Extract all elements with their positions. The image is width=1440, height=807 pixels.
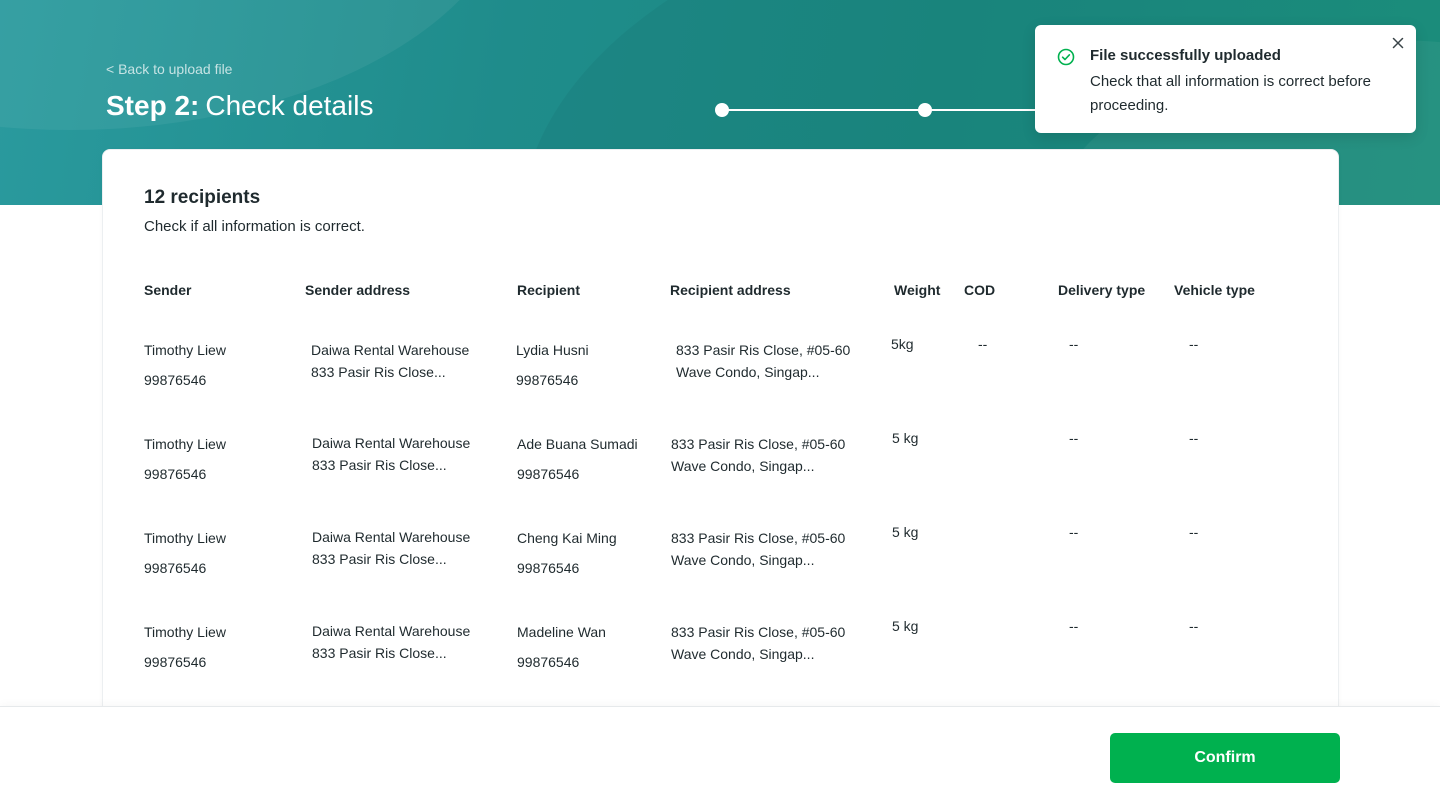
page-title: Step 2: Check details [106, 90, 373, 122]
stepper-dot-1 [715, 103, 729, 117]
page-title-text: Check details [205, 90, 374, 121]
check-circle-icon [1057, 48, 1075, 66]
weight-cell: 5 kg [892, 618, 919, 634]
progress-stepper [715, 103, 1055, 117]
recipient-address-cell: 833 Pasir Ris Close, #05-60 Wave Condo, … [671, 433, 845, 477]
recipients-subtitle: Check if all information is correct. [144, 218, 365, 235]
recipient-address-line-1: 833 Pasir Ris Close, #05-60 [671, 624, 846, 640]
table-row: Timothy Liew 99876546 Daiwa Rental Wareh… [103, 430, 1340, 527]
recipient-address-cell: 833 Pasir Ris Close, #05-60 Wave Condo, … [671, 527, 845, 571]
column-header-recipient-address: Recipient address [670, 282, 791, 298]
recipients-count: 12 recipients [144, 187, 261, 208]
recipient-name: Ade Buana Sumadi [517, 436, 638, 452]
recipient-cell: Ade Buana Sumadi 99876546 [517, 433, 638, 485]
recipient-name: Madeline Wan [517, 624, 606, 640]
sender-address-cell: Daiwa Rental Warehouse 833 Pasir Ris Clo… [312, 620, 470, 664]
recipient-address-line-2: Wave Condo, Singap... [671, 552, 815, 568]
delivery-type-cell: -- [1069, 618, 1079, 634]
sender-phone: 99876546 [144, 466, 207, 482]
sender-cell: Timothy Liew 99876546 [144, 433, 226, 485]
delivery-type-cell: -- [1069, 430, 1079, 446]
column-header-weight: Weight [894, 282, 941, 298]
vehicle-type-cell: -- [1189, 524, 1199, 540]
sender-address-line-2: 833 Pasir Ris Close... [312, 457, 447, 473]
sender-name: Timothy Liew [144, 530, 226, 546]
sender-address-line-2: 833 Pasir Ris Close... [311, 364, 446, 380]
weight-cell: 5 kg [892, 430, 919, 446]
sender-address-line-1: Daiwa Rental Warehouse [312, 435, 471, 451]
vehicle-type-cell: -- [1189, 336, 1199, 352]
stepper-dot-2 [918, 103, 932, 117]
vehicle-type-cell: -- [1189, 430, 1199, 446]
sender-name: Timothy Liew [144, 342, 226, 358]
recipient-name: Lydia Husni [516, 342, 589, 358]
recipient-address-line-2: Wave Condo, Singap... [671, 646, 815, 662]
sender-phone: 99876546 [144, 372, 207, 388]
recipient-address-line-2: Wave Condo, Singap... [676, 364, 820, 380]
sender-cell: Timothy Liew 99876546 [144, 621, 226, 673]
column-header-sender-address: Sender address [305, 282, 411, 298]
close-icon[interactable] [1390, 35, 1406, 51]
sender-address-cell: Daiwa Rental Warehouse 833 Pasir Ris Clo… [311, 339, 469, 383]
delivery-type-cell: -- [1069, 524, 1079, 540]
recipient-phone: 99876546 [516, 372, 579, 388]
sender-phone: 99876546 [144, 560, 207, 576]
recipient-phone: 99876546 [517, 560, 580, 576]
column-header-cod: COD [964, 282, 996, 298]
table-row: Timothy Liew 99876546 Daiwa Rental Wareh… [103, 618, 1340, 715]
table-row: Timothy Liew 99876546 Daiwa Rental Wareh… [103, 524, 1340, 621]
recipient-address-line-1: 833 Pasir Ris Close, #05-60 [671, 530, 846, 546]
recipient-address-cell: 833 Pasir Ris Close, #05-60 Wave Condo, … [671, 621, 845, 665]
cod-cell: -- [978, 336, 988, 352]
upload-success-toast: File successfully uploaded Check that al… [1035, 25, 1416, 133]
sender-cell: Timothy Liew 99876546 [144, 339, 226, 391]
vehicle-type-cell: -- [1189, 618, 1199, 634]
sender-address-cell: Daiwa Rental Warehouse 833 Pasir Ris Clo… [312, 432, 470, 476]
recipient-cell: Madeline Wan 99876546 [517, 621, 606, 673]
toast-title: File successfully uploaded [1090, 47, 1281, 64]
sender-name: Timothy Liew [144, 436, 226, 452]
column-header-recipient: Recipient [517, 282, 581, 298]
sender-phone: 99876546 [144, 654, 207, 670]
sender-cell: Timothy Liew 99876546 [144, 527, 226, 579]
confirm-button[interactable]: Confirm [1110, 733, 1340, 783]
sender-name: Timothy Liew [144, 624, 226, 640]
table-row: Timothy Liew 99876546 Daiwa Rental Wareh… [103, 336, 1340, 433]
recipient-cell: Lydia Husni 99876546 [516, 339, 589, 391]
sender-address-line-1: Daiwa Rental Warehouse [312, 623, 471, 639]
column-header-delivery-type: Delivery type [1058, 282, 1146, 298]
recipient-name: Cheng Kai Ming [517, 530, 617, 546]
weight-cell: 5kg [891, 336, 914, 352]
sender-address-line-1: Daiwa Rental Warehouse [311, 342, 470, 358]
column-header-sender: Sender [144, 282, 192, 298]
recipient-address-line-1: 833 Pasir Ris Close, #05-60 [676, 342, 851, 358]
sender-address-cell: Daiwa Rental Warehouse 833 Pasir Ris Clo… [312, 526, 470, 570]
sender-address-line-1: Daiwa Rental Warehouse [312, 529, 471, 545]
column-header-vehicle-type: Vehicle type [1174, 282, 1255, 298]
recipient-phone: 99876546 [517, 654, 580, 670]
recipient-address-line-2: Wave Condo, Singap... [671, 458, 815, 474]
weight-cell: 5 kg [892, 524, 919, 540]
stepper-line [722, 109, 1052, 111]
delivery-type-cell: -- [1069, 336, 1079, 352]
toast-message: Check that all information is correct be… [1090, 73, 1371, 114]
recipient-phone: 99876546 [517, 466, 580, 482]
page-title-step: Step 2: [106, 90, 200, 121]
recipients-card: 12 recipients Check if all information i… [102, 149, 1339, 749]
sender-address-line-2: 833 Pasir Ris Close... [312, 645, 447, 661]
recipient-address-cell: 833 Pasir Ris Close, #05-60 Wave Condo, … [676, 339, 850, 383]
bottom-action-bar: Confirm [0, 706, 1440, 807]
back-to-upload-link[interactable]: < Back to upload file [106, 61, 232, 77]
sender-address-line-2: 833 Pasir Ris Close... [312, 551, 447, 567]
recipient-address-line-1: 833 Pasir Ris Close, #05-60 [671, 436, 846, 452]
recipient-cell: Cheng Kai Ming 99876546 [517, 527, 617, 579]
